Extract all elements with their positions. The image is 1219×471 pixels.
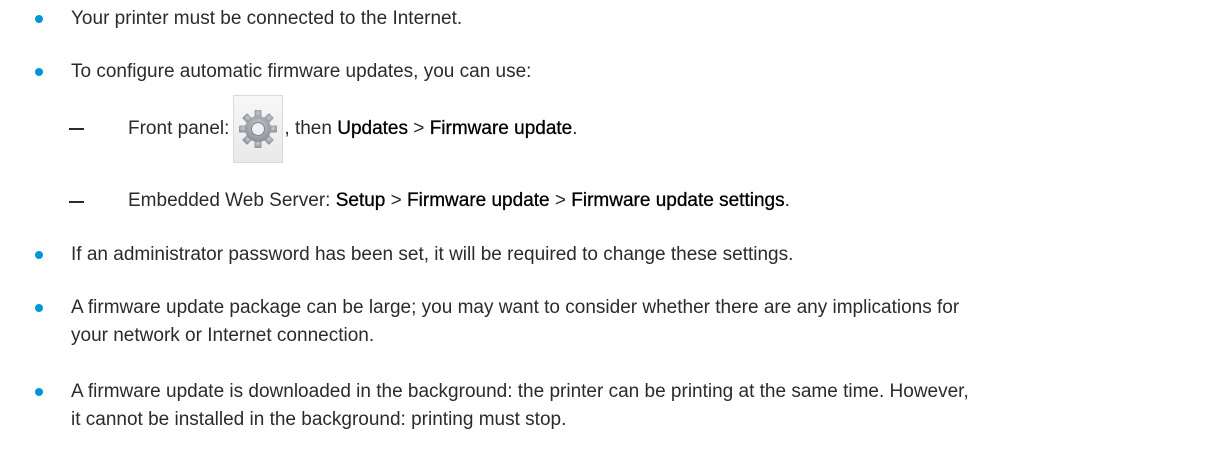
dash-marker: [69, 201, 84, 203]
menu-separator: >: [390, 190, 402, 211]
list-item-text: If an administrator password has been se…: [71, 244, 794, 265]
then-text: , then: [284, 118, 332, 139]
sub-list-item-text: Embedded Web Server: Setup > Firmware up…: [128, 189, 790, 213]
list-item: A firmware update is downloaded in the b…: [0, 380, 1219, 432]
list-item-text: Your printer must be connected to the In…: [71, 8, 463, 29]
document-page: Your printer must be connected to the In…: [0, 0, 1219, 471]
period: .: [572, 118, 578, 139]
list-item-line: A firmware update is downloaded in the b…: [71, 381, 969, 402]
menu-firmware-update: Firmware update: [429, 118, 573, 139]
list-item-text: A firmware update package can be large; …: [71, 296, 1199, 348]
ews-label: Embedded Web Server:: [128, 190, 331, 211]
list-item: To configure automatic firmware updates,…: [0, 60, 1219, 84]
period: .: [784, 190, 790, 211]
menu-firmware-update-settings: Firmware update settings: [571, 190, 785, 211]
list-item-text: To configure automatic firmware updates,…: [71, 61, 532, 82]
list-item-line: your network or Internet connection.: [71, 325, 375, 346]
list-item: If an administrator password has been se…: [0, 243, 1219, 267]
front-panel-label: Front panel:: [128, 118, 230, 139]
bullet-icon: [35, 388, 43, 396]
list-item-text: A firmware update is downloaded in the b…: [71, 380, 1199, 432]
menu-setup: Setup: [335, 190, 386, 211]
sub-list-item-ews: Embedded Web Server: Setup > Firmware up…: [0, 189, 1219, 213]
bullet-icon: [35, 304, 43, 312]
settings-gear-icon: [233, 94, 284, 163]
list-item: A firmware update package can be large; …: [0, 296, 1219, 348]
bullet-icon: [35, 15, 43, 23]
list-item-line: A firmware update package can be large; …: [71, 297, 960, 318]
sub-list-item-front-panel: Front panel: , then Updates > Firmware u…: [0, 94, 1219, 164]
sub-list-item-text: Front panel: , then Updates > Firmware u…: [128, 94, 578, 164]
menu-updates: Updates: [337, 118, 409, 139]
menu-separator: >: [413, 118, 425, 139]
list-item: Your printer must be connected to the In…: [0, 7, 1219, 31]
gear-icon: [239, 109, 278, 148]
menu-separator: >: [554, 190, 566, 211]
menu-firmware-update: Firmware update: [407, 190, 550, 211]
list-item-line: it cannot be installed in the background…: [71, 409, 567, 430]
bullet-icon: [35, 251, 43, 259]
bullet-icon: [35, 68, 43, 76]
dash-marker: [69, 128, 84, 130]
